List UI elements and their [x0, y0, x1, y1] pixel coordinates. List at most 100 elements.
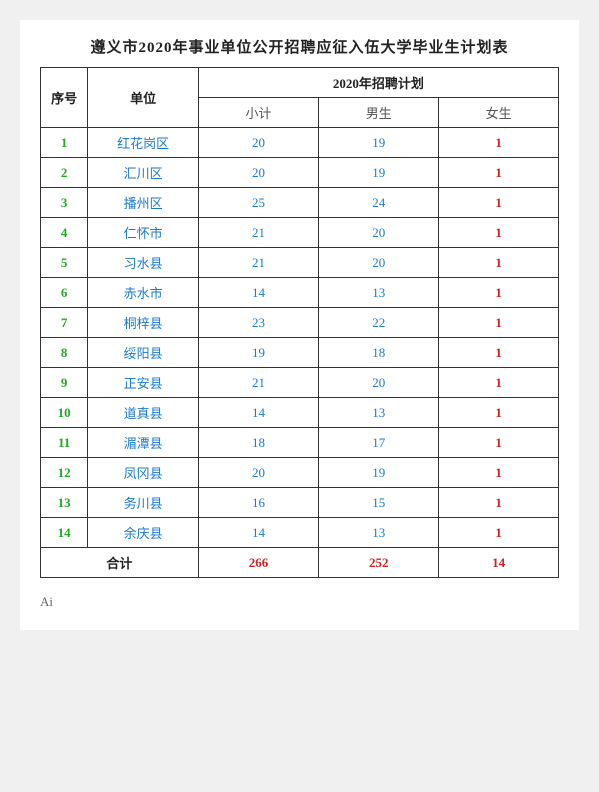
page-container: 遵义市2020年事业单位公开招聘应征入伍大学毕业生计划表 序号 单位 2020年… — [20, 20, 579, 630]
table-row: 10道真县14131 — [41, 398, 559, 428]
cell-unit: 桐梓县 — [88, 308, 199, 338]
cell-female: 1 — [439, 278, 559, 308]
page-title: 遵义市2020年事业单位公开招聘应征入伍大学毕业生计划表 — [40, 36, 559, 57]
cell-seq: 2 — [41, 158, 88, 188]
cell-subtotal: 14 — [198, 398, 318, 428]
cell-subtotal: 18 — [198, 428, 318, 458]
cell-subtotal: 20 — [198, 158, 318, 188]
cell-male: 15 — [319, 488, 439, 518]
cell-female: 1 — [439, 158, 559, 188]
cell-seq: 13 — [41, 488, 88, 518]
header-male: 男生 — [319, 98, 439, 128]
header-plan-year: 2020年招聘计划 — [198, 68, 558, 98]
cell-subtotal: 25 — [198, 188, 318, 218]
cell-female: 1 — [439, 188, 559, 218]
total-female: 14 — [439, 548, 559, 578]
main-table: 序号 单位 2020年招聘计划 小计 男生 女生 1红花岗区201912汇川区2… — [40, 67, 559, 578]
table-row: 1红花岗区20191 — [41, 128, 559, 158]
cell-subtotal: 21 — [198, 368, 318, 398]
cell-unit: 赤水市 — [88, 278, 199, 308]
cell-female: 1 — [439, 338, 559, 368]
cell-unit: 习水县 — [88, 248, 199, 278]
cell-female: 1 — [439, 218, 559, 248]
cell-male: 22 — [319, 308, 439, 338]
ai-label: Ai — [40, 594, 53, 609]
cell-seq: 11 — [41, 428, 88, 458]
cell-unit: 务川县 — [88, 488, 199, 518]
cell-seq: 3 — [41, 188, 88, 218]
cell-unit: 湄潭县 — [88, 428, 199, 458]
cell-seq: 7 — [41, 308, 88, 338]
cell-unit: 余庆县 — [88, 518, 199, 548]
table-row: 14余庆县14131 — [41, 518, 559, 548]
cell-female: 1 — [439, 398, 559, 428]
cell-subtotal: 19 — [198, 338, 318, 368]
total-male: 252 — [319, 548, 439, 578]
table-row: 13务川县16151 — [41, 488, 559, 518]
header-subtotal: 小计 — [198, 98, 318, 128]
cell-seq: 10 — [41, 398, 88, 428]
cell-unit: 绥阳县 — [88, 338, 199, 368]
cell-unit: 凤冈县 — [88, 458, 199, 488]
cell-female: 1 — [439, 428, 559, 458]
cell-unit: 红花岗区 — [88, 128, 199, 158]
cell-subtotal: 21 — [198, 248, 318, 278]
cell-subtotal: 23 — [198, 308, 318, 338]
cell-female: 1 — [439, 248, 559, 278]
table-row: 11湄潭县18171 — [41, 428, 559, 458]
cell-unit: 播州区 — [88, 188, 199, 218]
cell-male: 19 — [319, 158, 439, 188]
header-unit: 单位 — [88, 68, 199, 128]
table-row: 12凤冈县20191 — [41, 458, 559, 488]
table-row: 3播州区25241 — [41, 188, 559, 218]
cell-seq: 12 — [41, 458, 88, 488]
total-row: 合计26625214 — [41, 548, 559, 578]
cell-male: 17 — [319, 428, 439, 458]
cell-female: 1 — [439, 368, 559, 398]
cell-subtotal: 20 — [198, 128, 318, 158]
header-row-1: 序号 单位 2020年招聘计划 — [41, 68, 559, 98]
cell-subtotal: 21 — [198, 218, 318, 248]
bottom-bar: Ai — [40, 594, 559, 610]
cell-female: 1 — [439, 488, 559, 518]
cell-male: 18 — [319, 338, 439, 368]
cell-female: 1 — [439, 308, 559, 338]
cell-subtotal: 14 — [198, 278, 318, 308]
header-female: 女生 — [439, 98, 559, 128]
table-row: 6赤水市14131 — [41, 278, 559, 308]
cell-seq: 14 — [41, 518, 88, 548]
cell-seq: 8 — [41, 338, 88, 368]
cell-seq: 5 — [41, 248, 88, 278]
cell-seq: 4 — [41, 218, 88, 248]
table-row: 7桐梓县23221 — [41, 308, 559, 338]
table-row: 8绥阳县19181 — [41, 338, 559, 368]
cell-unit: 道真县 — [88, 398, 199, 428]
cell-male: 13 — [319, 398, 439, 428]
header-seq: 序号 — [41, 68, 88, 128]
cell-unit: 正安县 — [88, 368, 199, 398]
cell-male: 20 — [319, 368, 439, 398]
cell-subtotal: 20 — [198, 458, 318, 488]
cell-male: 13 — [319, 518, 439, 548]
table-row: 2汇川区20191 — [41, 158, 559, 188]
total-label: 合计 — [41, 548, 199, 578]
table-row: 9正安县21201 — [41, 368, 559, 398]
cell-subtotal: 16 — [198, 488, 318, 518]
cell-male: 13 — [319, 278, 439, 308]
cell-male: 20 — [319, 218, 439, 248]
table-row: 5习水县21201 — [41, 248, 559, 278]
cell-male: 19 — [319, 458, 439, 488]
cell-female: 1 — [439, 518, 559, 548]
cell-unit: 汇川区 — [88, 158, 199, 188]
cell-seq: 1 — [41, 128, 88, 158]
cell-female: 1 — [439, 128, 559, 158]
table-row: 4仁怀市21201 — [41, 218, 559, 248]
total-subtotal: 266 — [198, 548, 318, 578]
cell-male: 19 — [319, 128, 439, 158]
cell-seq: 9 — [41, 368, 88, 398]
cell-male: 24 — [319, 188, 439, 218]
cell-subtotal: 14 — [198, 518, 318, 548]
cell-male: 20 — [319, 248, 439, 278]
cell-female: 1 — [439, 458, 559, 488]
cell-unit: 仁怀市 — [88, 218, 199, 248]
